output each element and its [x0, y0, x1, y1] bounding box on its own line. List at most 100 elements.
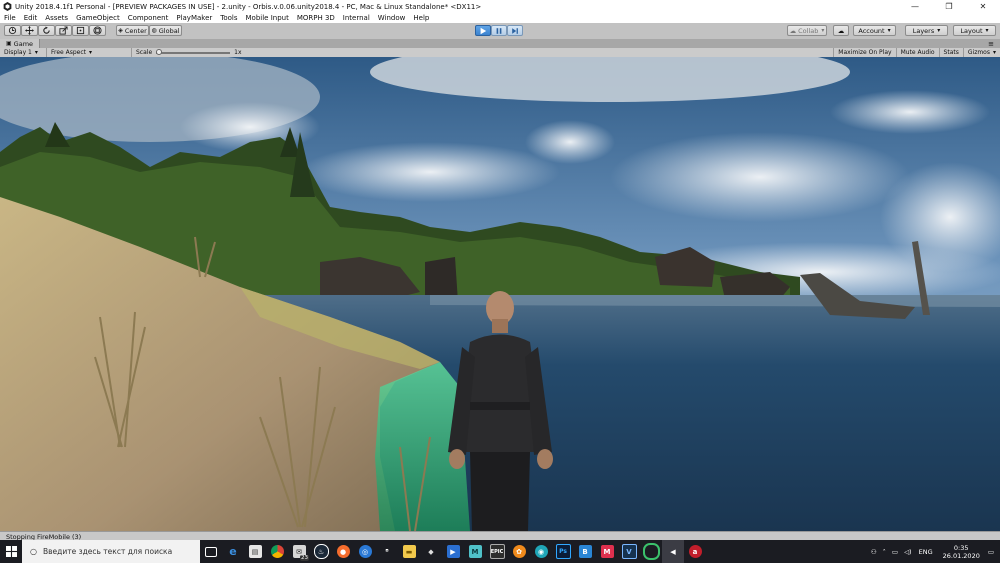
- network-icon[interactable]: ▭: [892, 548, 898, 556]
- edge-icon: e: [229, 545, 237, 558]
- scale-slider[interactable]: [156, 48, 231, 55]
- collab-cloud-icon: ☁: [789, 26, 797, 35]
- taskbar-app-edge[interactable]: e: [222, 540, 244, 563]
- game-viewport[interactable]: [0, 57, 1000, 531]
- clock-time: 0:35: [953, 543, 969, 552]
- maximize-on-play-label: Maximize On Play: [838, 49, 892, 56]
- gizmos-dropdown[interactable]: Gizmos: [964, 48, 1000, 57]
- menu-tools[interactable]: Tools: [216, 14, 241, 22]
- layout-dropdown[interactable]: Layout: [953, 25, 996, 36]
- minimize-button[interactable]: —: [898, 0, 932, 13]
- close-button[interactable]: ✕: [966, 0, 1000, 13]
- menu-assets[interactable]: Assets: [41, 14, 72, 22]
- menu-playmaker[interactable]: PlayMaker: [172, 14, 216, 22]
- layers-label: Layers: [912, 26, 935, 35]
- scale-value: 1x: [234, 49, 242, 56]
- cloud-icon: ☁: [837, 26, 845, 35]
- step-button[interactable]: [507, 25, 523, 36]
- menu-file[interactable]: File: [0, 14, 20, 22]
- layers-dropdown[interactable]: Layers: [905, 25, 948, 36]
- taskbar-app-m[interactable]: M: [464, 540, 486, 563]
- panel-tab-row: ▣ Game ≡: [0, 39, 1000, 48]
- pause-icon: [496, 27, 502, 34]
- clock[interactable]: 0:35 26.01.2020: [943, 544, 980, 560]
- rotate-icon: [43, 26, 50, 34]
- menu-internal[interactable]: Internal: [339, 14, 374, 22]
- orange-app-icon: ✿: [512, 545, 526, 558]
- taskbar-app-b[interactable]: ᴮ: [376, 540, 398, 563]
- taskbar-search-box[interactable]: ○ Введите здесь текст для поиска: [22, 540, 200, 563]
- taskbar-app-epic[interactable]: EPIC: [486, 540, 508, 563]
- hand-tool-button[interactable]: [4, 25, 21, 36]
- notifications-icon[interactable]: ▭: [988, 548, 994, 556]
- display-dropdown[interactable]: Display 1: [0, 48, 47, 57]
- aspect-label: Free Aspect: [51, 49, 87, 56]
- taskbar-app-explorer[interactable]: ▬: [398, 540, 420, 563]
- menu-mobile-input[interactable]: Mobile Input: [242, 14, 293, 22]
- taskbar-app-origin[interactable]: ●: [332, 540, 354, 563]
- taskbar-app-mail[interactable]: ✉ 23: [288, 540, 310, 563]
- menu-component[interactable]: Component: [124, 14, 173, 22]
- mute-audio-toggle[interactable]: Mute Audio: [897, 48, 940, 57]
- tray-chevron-up-icon[interactable]: ˄: [883, 548, 886, 556]
- stats-label: Stats: [943, 49, 959, 56]
- people-icon[interactable]: ⚇: [871, 548, 877, 556]
- menu-morph3d[interactable]: MORPH 3D: [293, 14, 339, 22]
- menu-help[interactable]: Help: [409, 14, 433, 22]
- photoshop-icon: Ps: [555, 544, 571, 559]
- menu-edit[interactable]: Edit: [20, 14, 42, 22]
- task-view-button[interactable]: [200, 540, 222, 563]
- start-button[interactable]: [0, 540, 22, 563]
- windows-logo-icon: [5, 546, 17, 557]
- maximize-on-play-toggle[interactable]: Maximize On Play: [833, 48, 897, 57]
- taskbar-app-red-m[interactable]: M: [596, 540, 618, 563]
- taskbar-app-orange[interactable]: ✿: [508, 540, 530, 563]
- taskbar-app-green-ring[interactable]: [640, 540, 662, 563]
- account-dropdown[interactable]: Account: [853, 25, 896, 36]
- aspect-dropdown[interactable]: Free Aspect: [47, 48, 132, 57]
- volume-icon[interactable]: ◁): [904, 548, 912, 556]
- tab-game[interactable]: ▣ Game: [0, 39, 41, 48]
- taskbar-app-photoshop[interactable]: Ps: [552, 540, 574, 563]
- panel-menu-icon[interactable]: ≡: [988, 40, 994, 48]
- taskbar-app-unity-hub[interactable]: ◆: [420, 540, 442, 563]
- taskbar-app-unity[interactable]: ◀: [662, 540, 684, 563]
- taskbar-app-media[interactable]: ▶: [442, 540, 464, 563]
- pivot-center-toggle[interactable]: ◈ Center: [116, 25, 149, 36]
- pivot-icon: ◈: [118, 27, 123, 34]
- menu-window[interactable]: Window: [374, 14, 410, 22]
- stats-toggle[interactable]: Stats: [940, 48, 964, 57]
- gizmos-label: Gizmos: [967, 49, 990, 56]
- taskbar-app-chrome[interactable]: [266, 540, 288, 563]
- play-button[interactable]: [475, 25, 491, 36]
- menu-gameobject[interactable]: GameObject: [72, 14, 124, 22]
- pause-button[interactable]: [491, 25, 507, 36]
- cloud-services-button[interactable]: ☁: [833, 25, 849, 36]
- move-tool-button[interactable]: [21, 25, 38, 36]
- space-label: Global: [158, 26, 180, 35]
- taskbar-app-store[interactable]: ▤: [244, 540, 266, 563]
- taskbar-app-steam[interactable]: ♨: [310, 540, 332, 563]
- taskbar-app-teal[interactable]: ◉: [530, 540, 552, 563]
- space-global-toggle[interactable]: ◍ Global: [149, 25, 182, 36]
- rotate-tool-button[interactable]: [38, 25, 55, 36]
- scale-slider-thumb[interactable]: [156, 48, 163, 55]
- taskbar-app-blue-b[interactable]: B: [574, 540, 596, 563]
- clock-date: 26.01.2020: [942, 551, 980, 560]
- blue-circle-app-icon: ◎: [358, 545, 372, 558]
- red-a-app-icon: a: [688, 545, 702, 558]
- language-indicator[interactable]: ENG: [919, 548, 933, 556]
- game-tab-label: Game: [13, 39, 34, 48]
- taskbar-app-red-a[interactable]: a: [684, 540, 706, 563]
- scale-control: Scale 1x: [132, 48, 254, 57]
- maximize-button[interactable]: ❐: [932, 0, 966, 13]
- taskbar-app-visual-studio[interactable]: V: [618, 540, 640, 563]
- game-scene: [0, 57, 1000, 531]
- taskbar-app-blue-circle[interactable]: ◎: [354, 540, 376, 563]
- transform-tool-button[interactable]: [89, 25, 106, 36]
- menu-bar: File Edit Assets GameObject Component Pl…: [0, 13, 1000, 23]
- rect-tool-button[interactable]: [72, 25, 89, 36]
- pivot-label: Center: [124, 26, 147, 35]
- collab-dropdown[interactable]: ☁ Collab: [787, 25, 827, 36]
- scale-tool-button[interactable]: [55, 25, 72, 36]
